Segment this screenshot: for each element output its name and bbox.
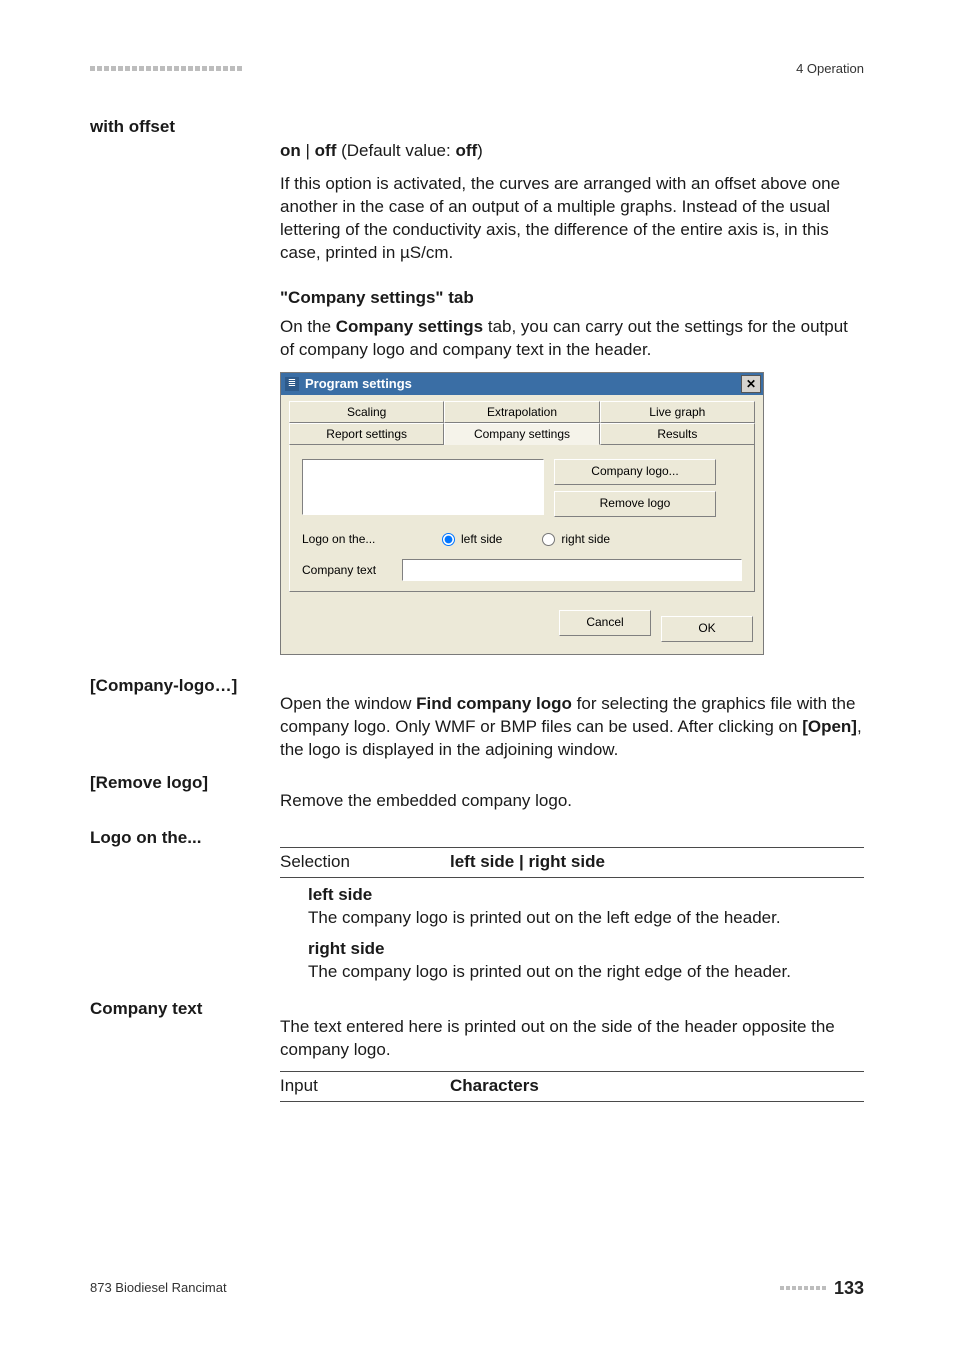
company-settings-heading: "Company settings" tab xyxy=(280,287,864,310)
opt-right-side-title: right side xyxy=(308,938,864,961)
def-text-remove-logo: Remove the embedded company logo. xyxy=(280,772,864,813)
top-bar: 4 Operation xyxy=(90,60,864,78)
def-text-company-logo: Open the window Find company logo for se… xyxy=(280,675,864,762)
company-logo-button[interactable]: Company logo... xyxy=(554,459,716,485)
footer-product: 873 Biodiesel Rancimat xyxy=(90,1279,227,1297)
radio-left-side[interactable]: left side xyxy=(442,531,502,547)
opt-left-side-desc: The company logo is printed out on the l… xyxy=(308,907,864,930)
selection-line-logo-on: Selection left side | right side xyxy=(280,847,864,878)
program-settings-dialog: ≣ Program settings ✕ Scaling Extrapolati… xyxy=(280,372,764,655)
def-label-remove-logo: [Remove logo] xyxy=(90,772,280,813)
header-chapter: 4 Operation xyxy=(796,60,864,78)
tab-results[interactable]: Results xyxy=(600,423,755,445)
close-icon[interactable]: ✕ xyxy=(741,375,761,393)
def-label-company-text: Company text xyxy=(90,998,280,1103)
company-text-label: Company text xyxy=(302,562,390,578)
logo-preview xyxy=(302,459,544,515)
cancel-button[interactable]: Cancel xyxy=(559,610,651,636)
radio-left-side-input[interactable] xyxy=(442,533,455,546)
field-label-with-offset: with offset xyxy=(90,116,280,139)
header-dots-left xyxy=(90,66,242,71)
opt-left-side-title: left side xyxy=(308,884,864,907)
dialog-titlebar: ≣ Program settings ✕ xyxy=(281,373,763,395)
tab-live-graph[interactable]: Live graph xyxy=(600,401,755,423)
def-label-logo-on: Logo on the... xyxy=(90,827,280,984)
tab-extrapolation[interactable]: Extrapolation xyxy=(444,401,599,423)
with-offset-desc: If this option is activated, the curves … xyxy=(280,173,864,265)
input-line-company-text: Input Characters xyxy=(280,1071,864,1102)
with-offset-value: on | off (Default value: off) xyxy=(280,140,864,163)
tab-scaling[interactable]: Scaling xyxy=(289,401,444,423)
footer-page-number: 133 xyxy=(834,1276,864,1300)
remove-logo-button[interactable]: Remove logo xyxy=(554,491,716,517)
opt-right-side-desc: The company logo is printed out on the r… xyxy=(308,961,864,984)
radio-right-side[interactable]: right side xyxy=(542,531,610,547)
company-settings-intro: On the Company settings tab, you can car… xyxy=(280,316,864,362)
radio-right-side-input[interactable] xyxy=(542,533,555,546)
page-footer: 873 Biodiesel Rancimat 133 xyxy=(90,1276,864,1300)
tab-report-settings[interactable]: Report settings xyxy=(289,423,444,445)
ok-button[interactable]: OK xyxy=(661,616,753,642)
dialog-title: Program settings xyxy=(305,375,412,393)
dialog-app-icon: ≣ xyxy=(285,377,299,391)
company-text-input[interactable] xyxy=(402,559,742,581)
tab-company-settings[interactable]: Company settings xyxy=(444,423,599,445)
company-text-desc: The text entered here is printed out on … xyxy=(280,1016,864,1062)
logo-on-label: Logo on the... xyxy=(302,531,402,547)
footer-dots xyxy=(780,1286,826,1290)
def-label-company-logo: [Company-logo…] xyxy=(90,675,280,762)
